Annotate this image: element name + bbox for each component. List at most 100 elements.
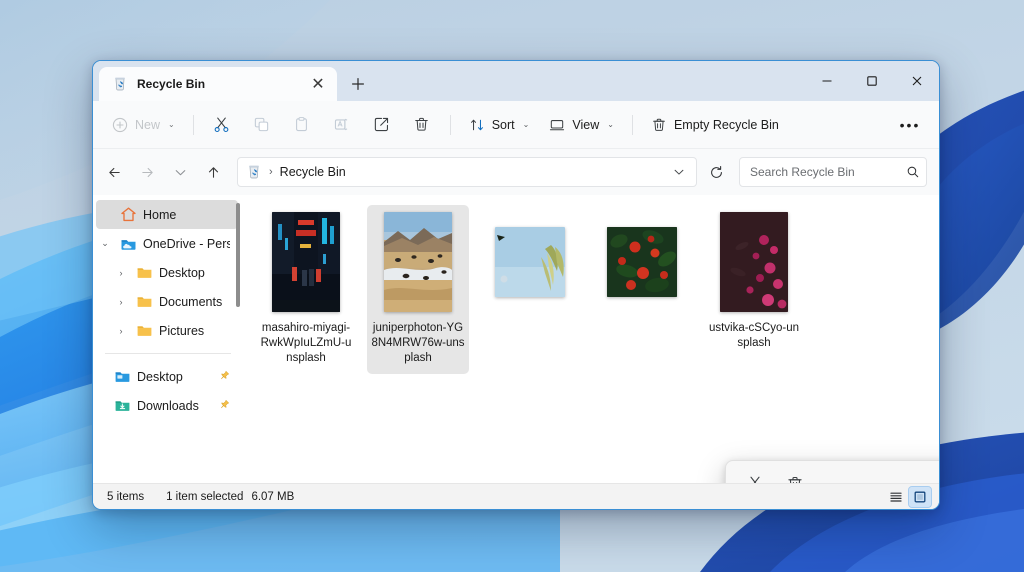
share-button[interactable]: [363, 109, 401, 141]
empty-recycle-bin-button[interactable]: Empty Recycle Bin: [642, 109, 788, 141]
copy-icon: [255, 117, 269, 132]
refresh-button[interactable]: [701, 157, 731, 187]
more-options-button[interactable]: •••: [891, 109, 929, 141]
paste-button[interactable]: [283, 109, 321, 141]
view-label: View: [572, 117, 600, 132]
thumbnail-wrap: [272, 211, 340, 313]
sidebar-item-documents[interactable]: › Documents: [96, 287, 238, 316]
sidebar-item-home[interactable]: Home: [96, 200, 238, 229]
new-button[interactable]: New ⌄: [103, 109, 184, 141]
sidebar-item-desktop[interactable]: › Desktop: [96, 258, 238, 287]
forward-button[interactable]: [132, 157, 163, 188]
sidebar-scrollbar[interactable]: [236, 203, 240, 307]
empty-recycle-bin-label: Empty Recycle Bin: [673, 117, 779, 132]
close-icon: [912, 76, 921, 86]
maximize-icon: [866, 76, 877, 86]
list-view-icon: [890, 492, 902, 502]
forward-arrow-icon: [142, 167, 153, 177]
delete-button[interactable]: [403, 109, 441, 141]
file-name: ustvika-cSCyo-unsplash: [708, 322, 800, 349]
pin-icon[interactable]: [219, 399, 230, 413]
breadcrumb-separator: ›: [269, 166, 273, 178]
thumbnail: [495, 227, 565, 297]
view-icon: [550, 119, 565, 130]
status-bar: 5 items 1 item selected 6.07 MB: [93, 483, 939, 509]
recent-locations-button[interactable]: [165, 157, 196, 188]
close-window-button[interactable]: [894, 61, 939, 101]
minimize-icon: [822, 80, 831, 82]
breadcrumb-dropdown-button[interactable]: [666, 159, 692, 185]
item-count-label: 5 items: [107, 490, 145, 503]
chevron-right-icon[interactable]: ›: [112, 326, 130, 336]
close-tab-icon[interactable]: ✕: [305, 71, 331, 97]
cut-icon: [214, 117, 229, 133]
onedrive-icon: [121, 240, 136, 250]
thumbnail-wrap: [384, 211, 452, 313]
list-view-button[interactable]: [885, 487, 907, 507]
chevron-right-icon[interactable]: ›: [112, 268, 130, 278]
sidebar-item-quick-downloads[interactable]: Downloads: [96, 391, 238, 420]
sidebar-item-pictures[interactable]: › Pictures: [96, 316, 238, 345]
back-button[interactable]: [99, 157, 130, 188]
copy-button[interactable]: [243, 109, 281, 141]
selection-size-label: 6.07 MB: [251, 490, 295, 503]
search-input[interactable]: [750, 165, 906, 179]
chevron-down-icon: [674, 169, 684, 175]
cut-button[interactable]: [203, 109, 241, 141]
new-tab-button[interactable]: [343, 69, 373, 99]
selection-label: 1 item selected: [166, 490, 244, 503]
sidebar-label: Pictures: [159, 323, 205, 338]
rename-icon: [335, 118, 348, 131]
file-tile[interactable]: [479, 205, 581, 374]
breadcrumb-label[interactable]: Recycle Bin: [280, 165, 346, 179]
tibet-plateau-yaks-image: [384, 212, 452, 312]
file-list-pane[interactable]: masahiro-miyagi-RwkWpIuLZmU-unsplash jun…: [241, 195, 939, 483]
sidebar-label: OneDrive - Perso: [143, 236, 230, 251]
sidebar-item-onedrive[interactable]: ⌄ OneDrive - Perso: [96, 229, 238, 258]
sidebar-label: Documents: [159, 294, 223, 309]
file-explorer-window: Recycle Bin ✕ New ⌄ Sort ⌄ View ⌄ Empty …: [92, 60, 940, 510]
home-icon: [121, 207, 136, 222]
file-tile[interactable]: [591, 205, 693, 374]
sort-icon: [470, 119, 483, 130]
search-box[interactable]: [739, 157, 927, 187]
context-delete-button[interactable]: [776, 468, 814, 483]
sort-button[interactable]: Sort ⌄: [460, 109, 539, 141]
context-menu: Restore Compress to ZIP file: [725, 460, 939, 483]
sidebar-item-quick-desktop[interactable]: Desktop: [96, 362, 238, 391]
file-tile[interactable]: ustvika-cSCyo-unsplash: [703, 205, 805, 374]
thumbnail-wrap: [720, 211, 788, 313]
rename-button[interactable]: [323, 109, 361, 141]
large-icons-view-icon: [914, 491, 926, 502]
maximize-button[interactable]: [849, 61, 894, 101]
back-arrow-icon: [109, 167, 120, 177]
chevron-down-icon: ⌄: [607, 120, 614, 129]
chevron-down-icon[interactable]: ⌄: [96, 238, 114, 249]
file-tile[interactable]: masahiro-miyagi-RwkWpIuLZmU-unsplash: [255, 205, 357, 374]
search-icon[interactable]: [906, 165, 920, 179]
tab-recycle-bin[interactable]: Recycle Bin ✕: [99, 67, 337, 101]
desktop-folder-icon: [115, 372, 130, 382]
sidebar-label: Home: [143, 207, 177, 222]
large-icons-view-button[interactable]: [908, 485, 932, 508]
file-tile[interactable]: juniperphoton-YG8N4MRW76w-unsplash: [367, 205, 469, 374]
downloads-folder-icon: [115, 401, 130, 411]
new-button-label: New: [135, 117, 161, 132]
share-icon: [375, 117, 389, 132]
delete-icon: [415, 117, 428, 131]
delete-icon: [788, 476, 802, 483]
file-grid: masahiro-miyagi-RwkWpIuLZmU-unsplash jun…: [255, 205, 939, 374]
breadcrumb-bar[interactable]: › Recycle Bin: [237, 157, 697, 187]
folder-icon: [137, 326, 152, 336]
context-cut-button[interactable]: [736, 468, 774, 483]
window-controls: [804, 61, 939, 101]
minimize-button[interactable]: [804, 61, 849, 101]
thumbnail: [607, 227, 677, 297]
chevron-right-icon[interactable]: ›: [112, 297, 130, 307]
toolbar-divider-2: [449, 114, 451, 135]
pin-icon[interactable]: [219, 370, 230, 384]
up-button[interactable]: [198, 157, 229, 188]
view-button[interactable]: View ⌄: [540, 109, 623, 141]
chevron-down-icon: ⌄: [522, 120, 530, 129]
address-bar-row: › Recycle Bin: [93, 149, 939, 195]
